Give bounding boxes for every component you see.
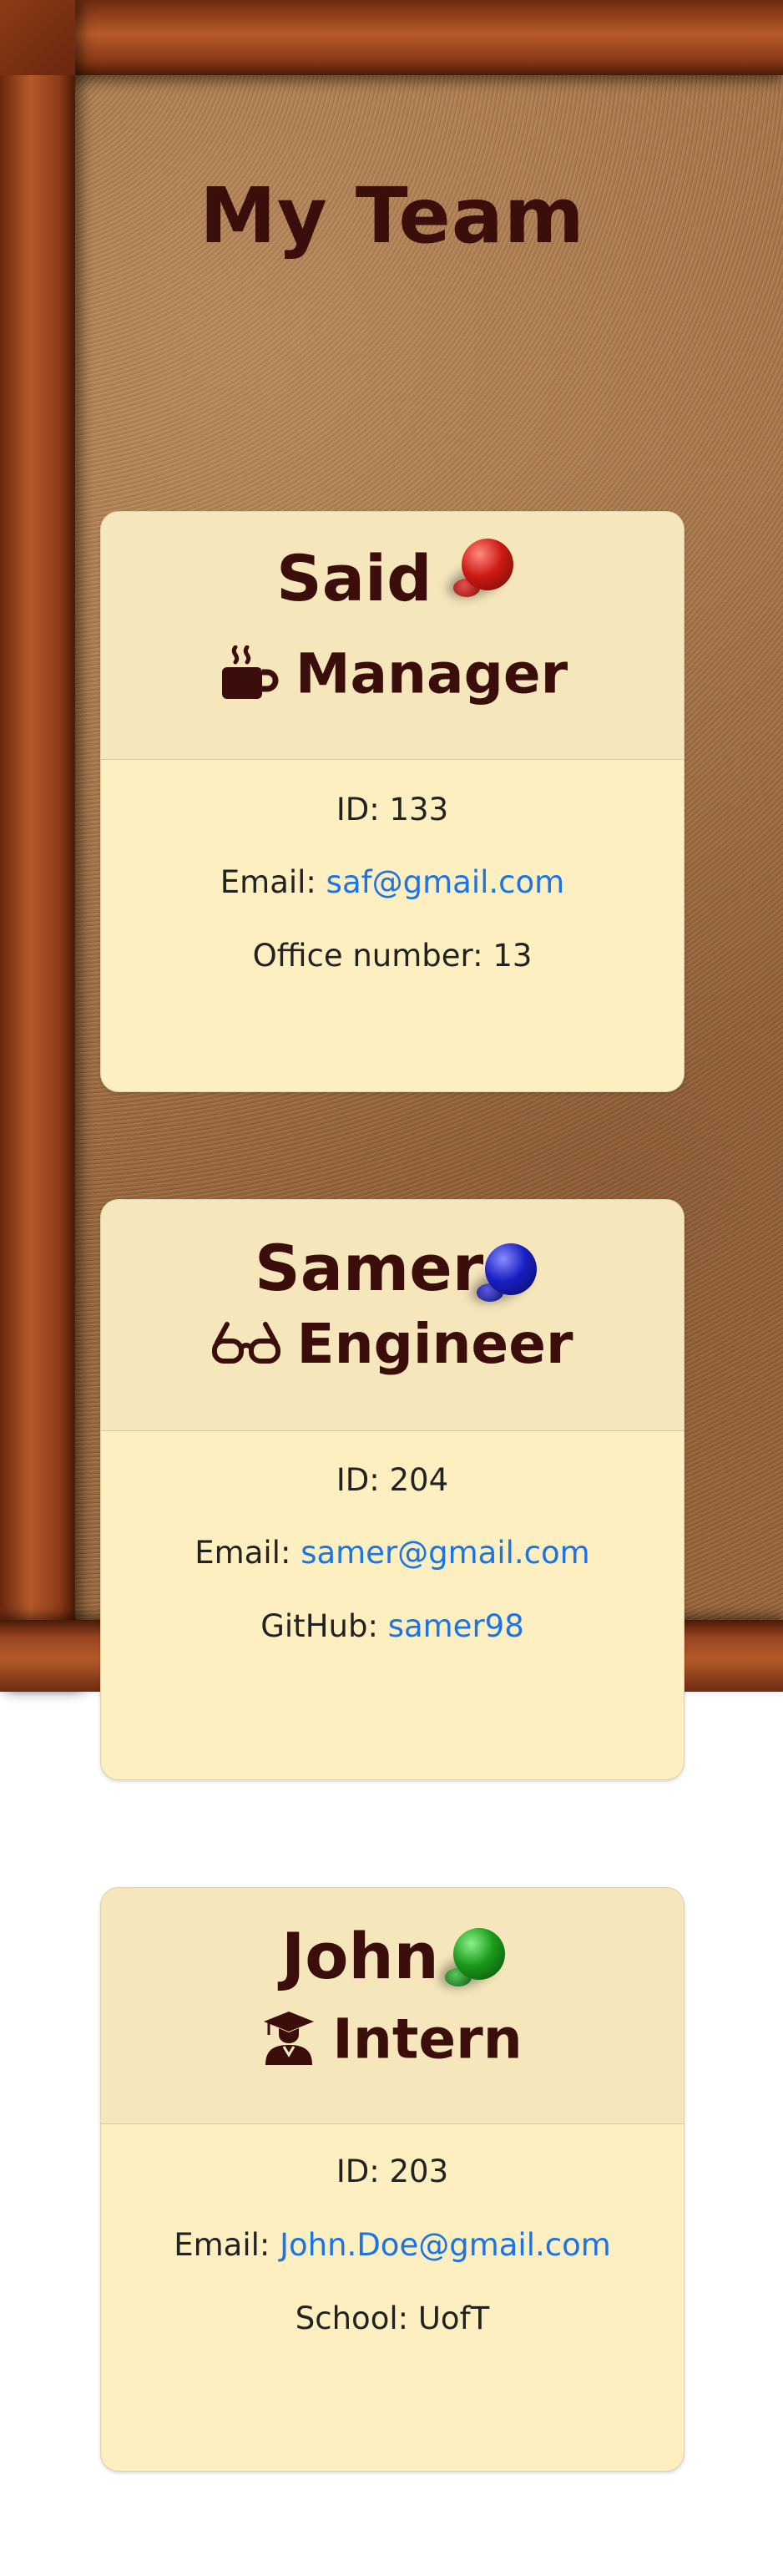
employee-card-intern: John Intern ID: 203 Email: John.Doe@gmai…	[100, 1887, 684, 2472]
employee-role-label: Manager	[295, 641, 568, 706]
card-header: Samer Engineer	[101, 1200, 684, 1431]
coffee-mug-icon	[217, 645, 279, 710]
email-link[interactable]: John.Doe@gmail.com	[280, 2227, 611, 2263]
employee-id: ID: 203	[336, 2153, 449, 2189]
employee-role: Manager	[101, 645, 684, 710]
frame-left	[0, 0, 75, 1692]
employee-email-row: Email: John.Doe@gmail.com	[101, 2227, 684, 2263]
employee-card-engineer: Samer Engineer ID: 204 Email: samer@gmai…	[100, 1199, 684, 1780]
school-name: UofT	[417, 2300, 490, 2336]
employee-github-row: GitHub: samer98	[101, 1608, 684, 1644]
red-pushpin-icon	[443, 539, 518, 610]
employee-role: Intern	[101, 2010, 684, 2076]
employee-name: Said	[276, 541, 432, 615]
email-link[interactable]: samer@gmail.com	[301, 1535, 590, 1571]
page-title: My Team	[200, 171, 585, 261]
office-number: 13	[493, 938, 533, 974]
frame-corner	[0, 0, 75, 75]
school-label: School:	[295, 2300, 418, 2336]
employee-school-row: School: UofT	[101, 2300, 684, 2336]
employee-role-label: Intern	[332, 2007, 523, 2072]
github-label: GitHub:	[260, 1608, 388, 1644]
email-label: Email:	[220, 864, 326, 900]
blue-pushpin-icon	[467, 1243, 542, 1315]
card-header: Said Manager	[101, 512, 684, 760]
graduation-cap-icon	[262, 2010, 316, 2076]
card-header: John Intern	[101, 1888, 684, 2124]
employee-name: Samer	[255, 1231, 484, 1305]
github-link[interactable]: samer98	[388, 1608, 524, 1644]
employee-name: John	[281, 1919, 439, 1993]
glasses-icon	[211, 1318, 280, 1377]
employee-id: ID: 204	[336, 1462, 449, 1498]
email-label: Email:	[194, 1535, 301, 1571]
employee-email-row: Email: samer@gmail.com	[101, 1535, 684, 1571]
green-pushpin-icon	[435, 1928, 510, 2000]
employee-role: Engineer	[101, 1317, 684, 1377]
employee-id: ID: 133	[336, 792, 449, 827]
email-link[interactable]: saf@gmail.com	[326, 864, 565, 900]
frame-top	[0, 0, 783, 75]
employee-card-manager: Said Manager ID: 133 Email: saf@gmail.co…	[100, 511, 684, 1092]
employee-role-label: Engineer	[296, 1312, 573, 1376]
office-label: Office number:	[252, 938, 493, 974]
email-label: Email:	[174, 2227, 280, 2263]
employee-office-row: Office number: 13	[101, 938, 684, 974]
employee-email-row: Email: saf@gmail.com	[101, 864, 684, 900]
